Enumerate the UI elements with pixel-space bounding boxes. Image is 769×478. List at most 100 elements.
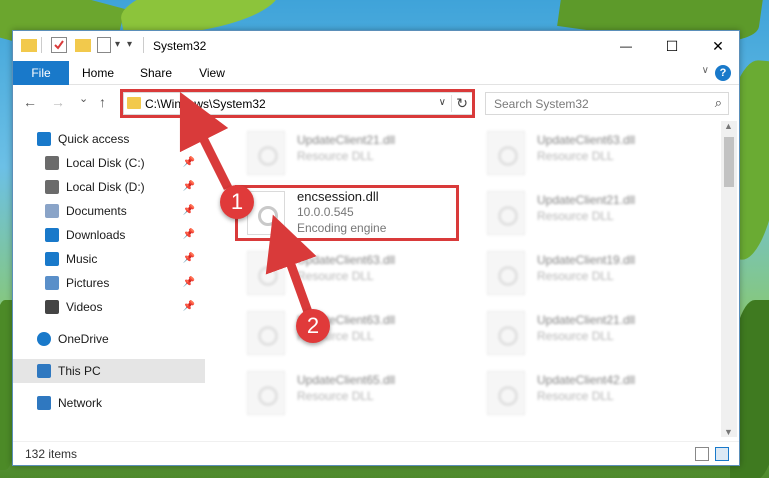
sidebar-item-onedrive[interactable]: OneDrive bbox=[13, 327, 205, 351]
file-item[interactable]: UpdateClient42.dll Resource DLL bbox=[475, 365, 705, 421]
navigation-pane: Quick access Local Disk (C:) 📌 Local Disk (… bbox=[13, 121, 205, 437]
file-type: Resource DLL bbox=[297, 269, 374, 283]
file-item[interactable]: UpdateClient21.dll Resource DLL bbox=[235, 125, 465, 181]
sidebar-item-label: Network bbox=[58, 396, 103, 410]
dll-file-icon bbox=[247, 371, 285, 415]
close-button[interactable]: ✕ bbox=[695, 31, 739, 61]
drive-icon bbox=[45, 180, 59, 194]
item-count: 132 items bbox=[25, 447, 78, 461]
cloud-icon bbox=[37, 332, 51, 346]
drive-icon bbox=[45, 156, 59, 170]
properties-icon[interactable] bbox=[51, 37, 67, 53]
file-name: UpdateClient21.dll bbox=[297, 133, 396, 147]
details-view-icon[interactable] bbox=[695, 447, 709, 461]
sidebar-item-downloads[interactable]: Downloads 📌 bbox=[13, 223, 205, 247]
sidebar-item-label: This PC bbox=[58, 364, 101, 378]
pictures-icon bbox=[45, 276, 59, 290]
network-icon bbox=[37, 396, 51, 410]
scrollbar-thumb[interactable] bbox=[724, 137, 734, 187]
help-icon[interactable]: ? bbox=[715, 65, 731, 81]
up-button[interactable]: ↑ bbox=[99, 94, 106, 110]
scroll-up-icon[interactable]: ▲ bbox=[724, 121, 733, 131]
explorer-window: ▾ ▾ System32 — ☐ ✕ File Home Share View … bbox=[12, 30, 740, 466]
title-bar: ▾ ▾ System32 — ☐ ✕ bbox=[13, 31, 739, 61]
back-button[interactable]: ← bbox=[23, 94, 37, 110]
dll-file-icon bbox=[487, 311, 525, 355]
address-highlight-box bbox=[120, 89, 475, 118]
downloads-icon bbox=[45, 228, 59, 242]
documents-icon bbox=[45, 204, 59, 218]
sidebar-item-documents[interactable]: Documents 📌 bbox=[13, 199, 205, 223]
minimize-button[interactable]: — bbox=[603, 31, 649, 61]
file-name: UpdateClient65.dll bbox=[297, 373, 396, 387]
dll-file-icon bbox=[247, 251, 285, 295]
sidebar-item-label: Downloads bbox=[66, 228, 126, 242]
quick-access-menu-icon[interactable]: ▾ bbox=[127, 39, 132, 50]
sidebar-item-pictures[interactable]: Pictures 📌 bbox=[13, 271, 205, 295]
expand-ribbon-icon[interactable]: ∨ bbox=[702, 65, 709, 76]
recent-locations-button[interactable]: ⌄ bbox=[79, 92, 88, 105]
large-icons-view-icon[interactable] bbox=[715, 447, 729, 461]
file-type: Resource DLL bbox=[537, 209, 614, 223]
dll-file-icon bbox=[487, 131, 525, 175]
tab-share[interactable]: Share bbox=[131, 61, 181, 85]
pin-icon: 📌 bbox=[182, 157, 195, 168]
pin-icon: 📌 bbox=[182, 205, 195, 216]
window-title: System32 bbox=[153, 39, 207, 53]
file-item[interactable]: UpdateClient65.dll Resource DLL bbox=[235, 365, 465, 421]
dll-file-icon bbox=[487, 371, 525, 415]
pin-icon: 📌 bbox=[182, 181, 195, 192]
file-item[interactable]: UpdateClient63.dll Resource DLL bbox=[235, 245, 465, 301]
scroll-down-icon[interactable]: ▼ bbox=[724, 427, 733, 437]
tab-home[interactable]: Home bbox=[73, 61, 123, 85]
file-type: Resource DLL bbox=[537, 329, 614, 343]
file-item[interactable]: UpdateClient63.dll Resource DLL bbox=[235, 305, 465, 361]
file-name: UpdateClient63.dll bbox=[297, 253, 396, 267]
file-type: Resource DLL bbox=[537, 389, 614, 403]
sidebar-item-network[interactable]: Network bbox=[13, 391, 205, 415]
customize-toolbar-icon[interactable] bbox=[97, 37, 111, 53]
file-item[interactable]: UpdateClient63.dll Resource DLL bbox=[475, 125, 705, 181]
star-icon bbox=[37, 132, 51, 146]
tab-view[interactable]: View bbox=[189, 61, 235, 85]
sidebar-item-label: Quick access bbox=[58, 132, 130, 146]
sidebar-item-quick-access[interactable]: Quick access bbox=[13, 127, 205, 151]
file-type: Resource DLL bbox=[297, 149, 374, 163]
file-item[interactable]: UpdateClient21.dll Resource DLL bbox=[475, 305, 705, 361]
new-folder-icon[interactable] bbox=[75, 39, 91, 52]
videos-icon bbox=[45, 300, 59, 314]
tab-file[interactable]: File bbox=[13, 61, 69, 85]
maximize-button[interactable]: ☐ bbox=[649, 31, 695, 61]
sidebar-item-label: Videos bbox=[66, 300, 103, 314]
sidebar-item-this-pc[interactable]: This PC bbox=[13, 359, 205, 383]
file-type: Resource DLL bbox=[537, 149, 614, 163]
status-bar: 132 items bbox=[13, 441, 739, 465]
quick-access-dropdown-icon[interactable]: ▾ bbox=[115, 39, 120, 50]
file-item[interactable]: UpdateClient21.dll Resource DLL bbox=[475, 185, 705, 241]
search-box[interactable]: Search System32 ⌕ bbox=[485, 92, 729, 115]
dll-file-icon bbox=[487, 251, 525, 295]
selected-file-highlight-box bbox=[235, 185, 459, 241]
pin-icon: 📌 bbox=[182, 301, 195, 312]
sidebar-item-label: Local Disk (D:) bbox=[66, 180, 145, 194]
file-name: UpdateClient63.dll bbox=[537, 133, 636, 147]
file-type: Resource DLL bbox=[297, 389, 374, 403]
sidebar-item-music[interactable]: Music 📌 bbox=[13, 247, 205, 271]
sidebar-item-label: Local Disk (C:) bbox=[66, 156, 145, 170]
forward-button[interactable]: → bbox=[51, 94, 65, 110]
sidebar-item-label: Documents bbox=[66, 204, 127, 218]
sidebar-item-local-disk-c[interactable]: Local Disk (C:) 📌 bbox=[13, 151, 205, 175]
file-name: UpdateClient42.dll bbox=[537, 373, 636, 387]
search-icon[interactable]: ⌕ bbox=[715, 95, 722, 111]
navigation-bar: ← → ⌄ ↑ C:\Windows\System32 ∨ ↻ Search S… bbox=[13, 86, 739, 120]
sidebar-item-local-disk-d[interactable]: Local Disk (D:) 📌 bbox=[13, 175, 205, 199]
pin-icon: 📌 bbox=[182, 229, 195, 240]
ribbon-tabs: File Home Share View ∨ ? bbox=[13, 61, 739, 85]
step-badge-2: 2 bbox=[296, 309, 330, 343]
sidebar-item-videos[interactable]: Videos 📌 bbox=[13, 295, 205, 319]
search-input[interactable]: Search System32 bbox=[494, 97, 589, 111]
vertical-scrollbar[interactable]: ▲ ▼ bbox=[721, 121, 737, 437]
separator bbox=[41, 37, 42, 53]
sidebar-item-label: Pictures bbox=[66, 276, 110, 290]
file-item[interactable]: UpdateClient19.dll Resource DLL bbox=[475, 245, 705, 301]
